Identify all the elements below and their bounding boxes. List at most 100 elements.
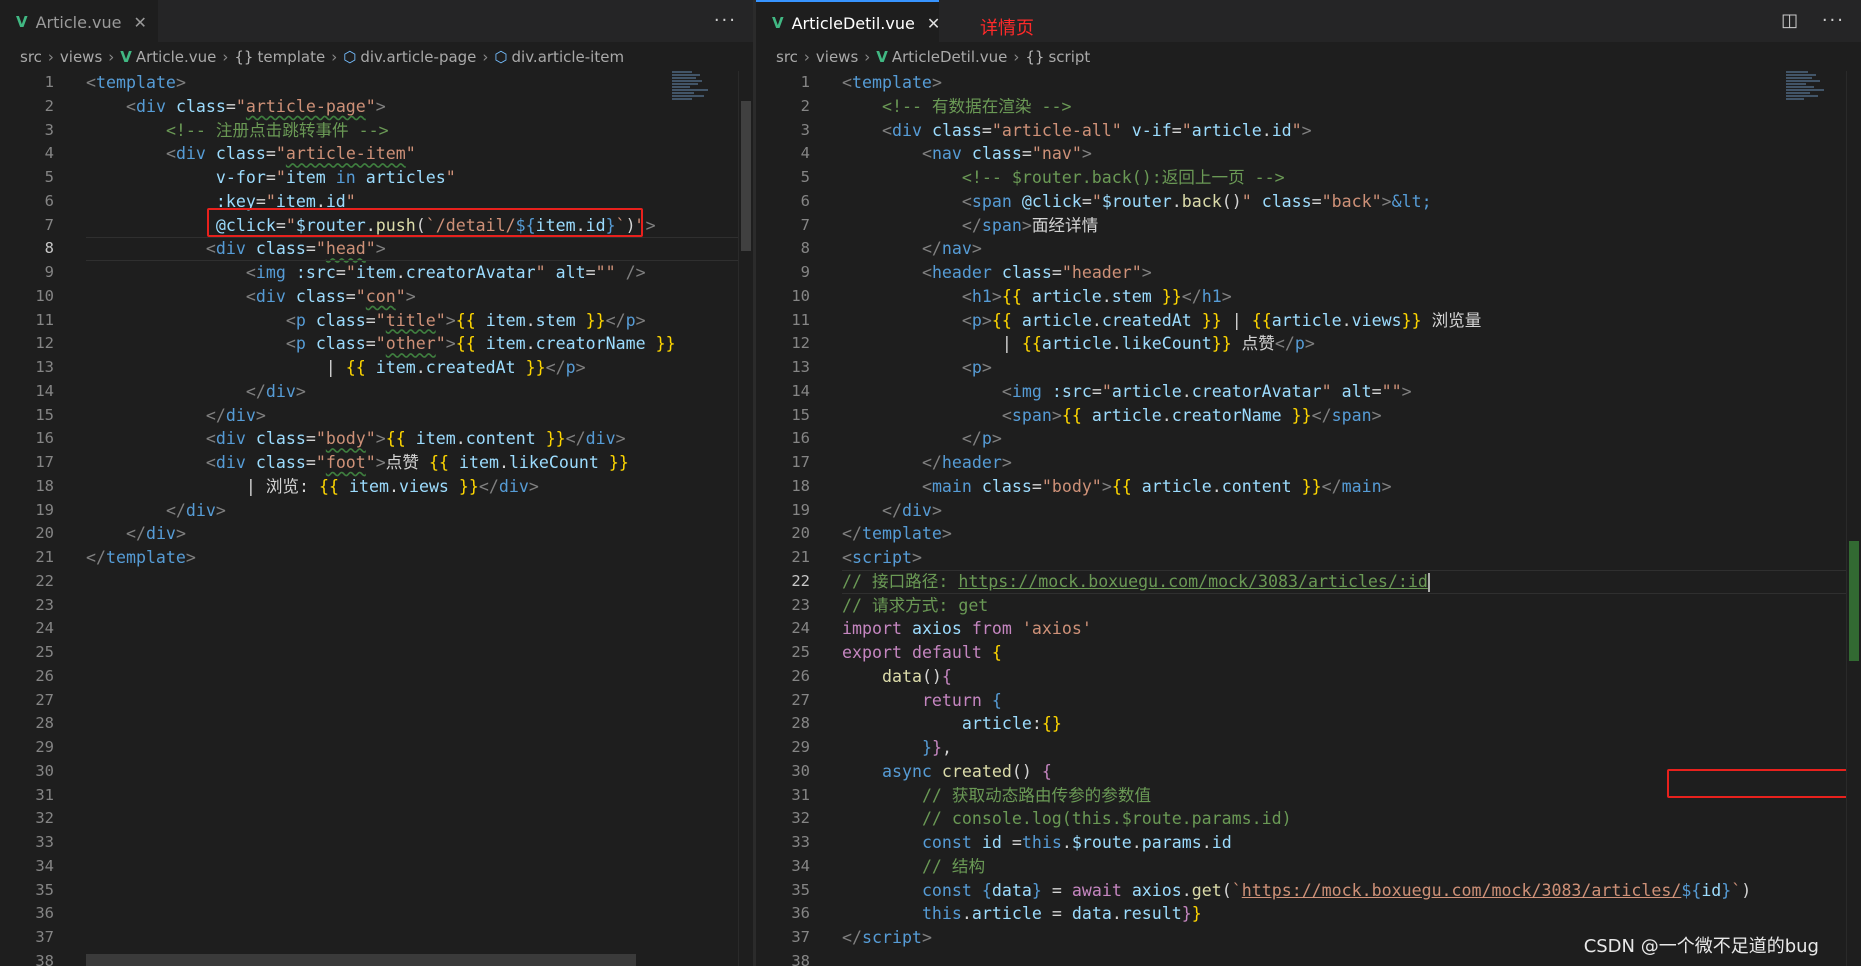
breadcrumb: src › views › V ArticleDetil.vue › {} script [756, 43, 1861, 71]
minimap-line [1786, 71, 1808, 73]
line-number: 21 [791, 548, 810, 566]
close-icon[interactable]: ✕ [927, 14, 940, 33]
line-number: 5 [800, 168, 810, 186]
line-number: 26 [35, 666, 54, 685]
line-number: 5 [44, 168, 54, 186]
minimap-line [672, 71, 692, 73]
breadcrumb-views[interactable]: views [816, 48, 858, 66]
code-line: <p> [961, 358, 992, 377]
code-line: | {{ item.createdAt }}</p> [325, 358, 586, 377]
minimap-line [1786, 86, 1814, 88]
line-number: 11 [791, 310, 810, 329]
line-number: 20 [791, 524, 810, 543]
code-line: // console.log(this.$route.params.id) [921, 809, 1292, 829]
breadcrumb-article-item[interactable]: div.article-item [512, 48, 625, 66]
line-number: 17 [35, 453, 54, 471]
line-number: 1 [800, 73, 810, 91]
line-number: 29 [35, 738, 54, 756]
braces-icon: {} [1025, 48, 1045, 66]
line-number: 17 [791, 453, 810, 471]
tab-actions: ··· [700, 10, 737, 31]
code-line: <p>{{ article.createdAt }} | {{article.v… [961, 310, 1482, 330]
code-line: export default { [842, 643, 1002, 662]
code-line: | 浏览: {{ item.views }}</div> [245, 476, 539, 496]
more-actions-icon[interactable]: ··· [714, 10, 737, 31]
breadcrumb-script[interactable]: script [1048, 48, 1090, 66]
code-editor-right[interactable]: 1 2 3 4 5 6 7 8 9 10 11 12 13 14 15 16 17 18 19 20 21 22 23 24 2… [756, 71, 1861, 966]
tab-bar: V Article.vue ✕ ··· [0, 0, 753, 43]
tab-label: Article.vue [35, 12, 122, 32]
minimap-line [1786, 95, 1818, 97]
vertical-scrollbar[interactable] [1846, 71, 1861, 966]
line-number: 29 [791, 738, 810, 756]
minimap-line [1786, 92, 1810, 94]
chevron-right-icon: › [482, 48, 489, 66]
minimap-line [672, 92, 694, 94]
tab-article-vue[interactable]: V Article.vue ✕ [0, 0, 158, 43]
code-line: | {{article.likeCount}} 点赞</p> [1001, 334, 1315, 354]
more-actions-icon[interactable]: ··· [1822, 10, 1845, 31]
code-line: article:{} [961, 714, 1062, 734]
minimap-line [1786, 89, 1824, 91]
code-line: </p> [961, 429, 1002, 449]
breadcrumb-src[interactable]: src [776, 48, 798, 66]
tab-articledetil-vue[interactable]: V ArticleDetil.vue ✕ [756, 0, 940, 44]
watermark: CSDN @一个微不足道的bug [1583, 936, 1819, 957]
vertical-scrollbar[interactable] [738, 71, 753, 966]
split-editor-icon[interactable]: ◫ [1781, 10, 1800, 31]
line-number: 34 [35, 856, 54, 875]
line-number: 12 [35, 334, 54, 353]
minimap-line [1786, 74, 1816, 76]
braces-icon: {} [234, 48, 254, 66]
code-line: <!-- 有数据在渲染 --> [881, 96, 1072, 116]
scrollbar-thumb[interactable] [1849, 541, 1859, 661]
code-line: <img :src="article.creatorAvatar" alt=""… [1001, 381, 1412, 401]
line-number: 2 [44, 96, 54, 115]
code-line: <div class="article-page"> [125, 96, 386, 116]
line-number: 38 [35, 951, 54, 966]
scrollbar-thumb[interactable] [741, 101, 751, 251]
chevron-right-icon: › [108, 48, 115, 66]
line-number: 7 [44, 215, 54, 234]
breadcrumb-views[interactable]: views [60, 48, 102, 66]
code-line: </div> [881, 500, 942, 520]
minimap-line [672, 98, 692, 100]
breadcrumb-src[interactable]: src [20, 48, 42, 66]
close-icon[interactable]: ✕ [133, 13, 146, 32]
breadcrumb-template[interactable]: template [257, 48, 325, 66]
code-line: <nav class="nav"> [921, 144, 1092, 164]
tab-bar: V ArticleDetil.vue ✕ 详情页 ◫ ··· [756, 0, 1861, 44]
breadcrumb-file[interactable]: ArticleDetil.vue [892, 48, 1008, 66]
code-editor-left[interactable]: 1 2 3 4 5 6 7 8 9 10 11 12 13 14 15 16 17 18 19 20 21 22 23 24 2… [0, 71, 740, 966]
line-number: 19 [791, 500, 810, 519]
code-line: const id =this.$route.params.id [921, 833, 1232, 852]
chevron-right-icon: › [331, 48, 338, 66]
line-number: 27 [791, 690, 810, 709]
editor-pane-right: V ArticleDetil.vue ✕ 详情页 ◫ ··· src › view… [756, 0, 1861, 966]
breadcrumb-file[interactable]: Article.vue [136, 48, 217, 66]
code-line: :key="item.id" [215, 191, 356, 211]
line-number: 28 [35, 714, 54, 733]
line-number: 15 [791, 405, 810, 424]
element-icon: ⬡ [494, 48, 508, 66]
code-line: </template> [86, 548, 196, 567]
code-line: <div class="body">{{ item.content }}</di… [205, 429, 626, 449]
code-line: </div> [245, 381, 306, 401]
line-number: 22 [791, 571, 810, 590]
code-lines: <template> <!-- 有数据在渲染 --> <div class="a… [842, 71, 1846, 950]
code-line: <header class="header"> [921, 263, 1152, 282]
line-number: 31 [35, 785, 54, 804]
line-number: 25 [35, 643, 54, 661]
line-number: 24 [791, 619, 810, 638]
line-number: 8 [44, 239, 54, 258]
minimap-line [1786, 80, 1820, 82]
line-number: 28 [791, 714, 810, 733]
horizontal-scrollbar[interactable] [86, 954, 636, 966]
line-number: 20 [35, 524, 54, 543]
code-line: <h1>{{ article.stem }}</h1> [961, 286, 1232, 306]
line-number: 16 [791, 429, 810, 448]
chevron-right-icon: › [1013, 48, 1020, 66]
breadcrumb-article-page[interactable]: div.article-page [360, 48, 476, 66]
line-number: 31 [791, 785, 810, 804]
line-number: 9 [800, 263, 810, 281]
